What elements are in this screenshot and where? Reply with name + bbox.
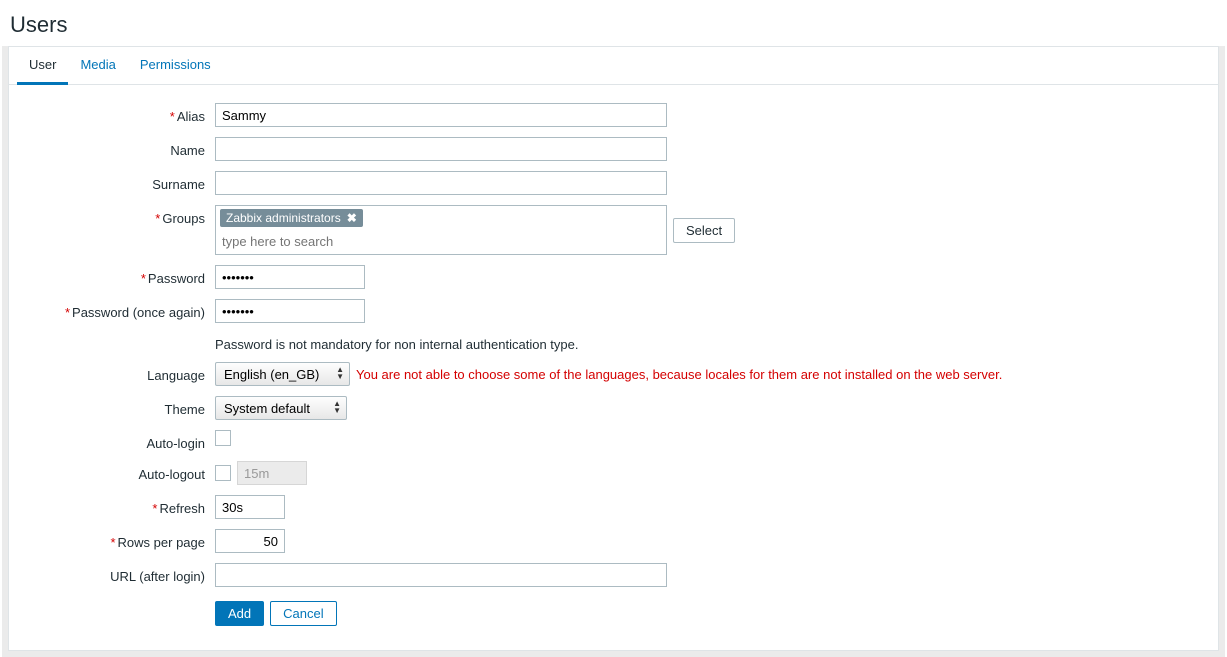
rows-input[interactable] [215,529,285,553]
autologout-input [237,461,307,485]
label-rows: *Rows per page [19,529,215,550]
alias-input[interactable] [215,103,667,127]
groups-search-input[interactable] [220,231,662,251]
close-icon[interactable]: ✖ [347,211,357,225]
label-surname: Surname [19,171,215,192]
refresh-input[interactable] [215,495,285,519]
page-title: Users [0,0,1227,46]
url-input[interactable] [215,563,667,587]
label-language: Language [19,362,215,383]
label-autologin: Auto-login [19,430,215,451]
select-button[interactable]: Select [673,218,735,243]
password2-input[interactable] [215,299,365,323]
tab-permissions[interactable]: Permissions [128,47,223,84]
group-tag[interactable]: Zabbix administrators ✖ [220,209,363,227]
tab-user[interactable]: User [17,47,68,85]
label-url: URL (after login) [19,563,215,584]
label-autologout: Auto-logout [19,461,215,482]
add-button[interactable]: Add [215,601,264,626]
label-groups: *Groups [19,205,215,226]
panel-wrap: User Media Permissions *Alias Name S [2,46,1225,657]
name-input[interactable] [215,137,667,161]
language-warning: You are not able to choose some of the l… [356,367,1002,382]
label-password2: *Password (once again) [19,299,215,320]
autologin-checkbox[interactable] [215,430,231,446]
groups-multiselect[interactable]: Zabbix administrators ✖ [215,205,667,255]
password-input[interactable] [215,265,365,289]
label-alias: *Alias [19,103,215,124]
label-refresh: *Refresh [19,495,215,516]
surname-input[interactable] [215,171,667,195]
label-password: *Password [19,265,215,286]
label-theme: Theme [19,396,215,417]
theme-select[interactable]: System default [215,396,347,420]
language-select[interactable]: English (en_GB) [215,362,350,386]
group-tag-label: Zabbix administrators [226,211,341,225]
label-name: Name [19,137,215,158]
tabs-bar: User Media Permissions [9,47,1218,85]
password-hint: Password is not mandatory for non intern… [215,333,579,352]
cancel-button[interactable]: Cancel [270,601,336,626]
form-area: *Alias Name Surname *Gr [9,85,1218,650]
tab-media[interactable]: Media [68,47,127,84]
autologout-checkbox[interactable] [215,465,231,481]
tabs-container: User Media Permissions *Alias Name S [8,46,1219,651]
